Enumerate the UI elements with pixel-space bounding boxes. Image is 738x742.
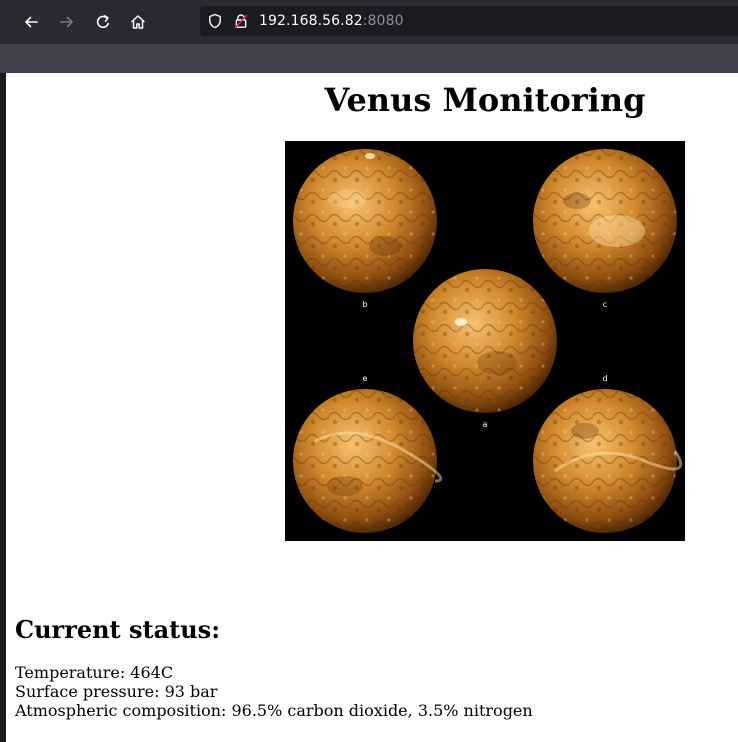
venus-globe-a: [413, 269, 557, 413]
venus-globe-d: [533, 389, 683, 533]
back-arrow-icon: [25, 16, 38, 28]
reload-icon: [96, 15, 109, 29]
browser-toolbar: 192.168.56.82:8080: [0, 0, 738, 44]
page-viewport: Venus Monitoring b c a e d Current statu…: [6, 73, 738, 742]
url-text[interactable]: 192.168.56.82:8080: [259, 13, 404, 29]
panel-label-c: c: [603, 300, 607, 309]
shield-icon[interactable]: [207, 13, 223, 29]
venus-globe-e: [293, 389, 443, 533]
forward-button[interactable]: [51, 6, 83, 38]
home-icon: [131, 15, 145, 29]
address-bar[interactable]: 192.168.56.82:8080: [200, 6, 738, 36]
page-title: Venus Monitoring: [324, 81, 646, 119]
home-button[interactable]: [122, 6, 154, 38]
url-port: :8080: [362, 13, 404, 29]
venus-mosaic: b c a e d: [293, 149, 683, 533]
temperature-text: Temperature: 464C: [15, 663, 174, 682]
pressure-text: Surface pressure: 93 bar: [15, 682, 218, 701]
panel-label-a: a: [483, 420, 488, 429]
reload-button[interactable]: [87, 6, 119, 38]
composition-text: Atmospheric composition: 96.5% carbon di…: [15, 701, 533, 720]
panel-label-d: d: [602, 374, 607, 383]
status-heading: Current status:: [15, 615, 221, 644]
venus-globe-c: [533, 149, 677, 293]
venus-globe-b: [293, 149, 437, 293]
forward-arrow-icon: [60, 16, 73, 28]
panel-label-b: b: [362, 300, 367, 309]
insecure-lock-icon[interactable]: [233, 13, 249, 29]
panel-label-e: e: [363, 374, 368, 383]
url-host: 192.168.56.82: [259, 13, 363, 29]
bookmarks-toolbar: [0, 44, 738, 73]
venus-image: b c a e d: [285, 141, 685, 541]
back-button[interactable]: [15, 6, 47, 38]
